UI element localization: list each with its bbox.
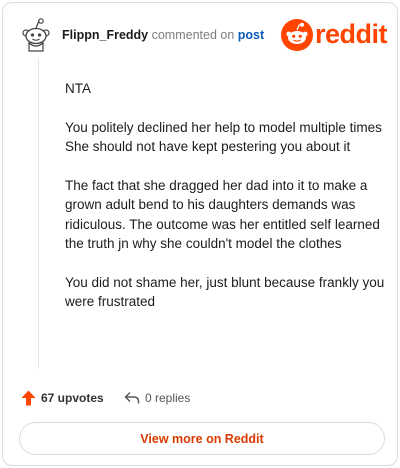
comment-paragraph: The fact that she dragged her dad into i… [65,177,380,252]
comment-actions: 67 upvotes 0 replies [21,388,381,408]
comment-paragraph: You politely declined her help to model … [65,119,382,155]
post-link[interactable]: post [238,28,264,42]
comment-paragraph: NTA [65,81,91,96]
upvote-button[interactable]: 67 upvotes [21,388,104,408]
reply-button[interactable]: 0 replies [124,388,190,408]
reddit-snoo-icon [281,19,313,51]
comment-paragraph: You did not shame her, just blunt becaus… [65,274,385,310]
snoo-avatar-icon[interactable] [19,18,53,52]
reddit-wordmark: reddit [315,19,388,49]
thread-line [38,59,39,369]
comment-action-text: commented on [151,28,235,42]
reddit-logo[interactable]: reddit [281,19,388,51]
upvote-count: 67 upvotes [41,391,104,405]
upvote-arrow-icon [21,390,36,406]
comment-meta: Flippn_Freddy commented on post [62,27,264,43]
reply-count: 0 replies [145,391,191,405]
comment-body: NTA You politely declined her help to mo… [65,79,385,331]
view-more-button[interactable]: View more on Reddit [19,422,385,455]
username-link[interactable]: Flippn_Freddy [62,28,148,42]
reply-arrow-icon [124,392,140,404]
comment-card: Flippn_Freddy commented on post reddit N… [2,2,398,466]
comment-header: Flippn_Freddy commented on post reddit [19,17,388,53]
